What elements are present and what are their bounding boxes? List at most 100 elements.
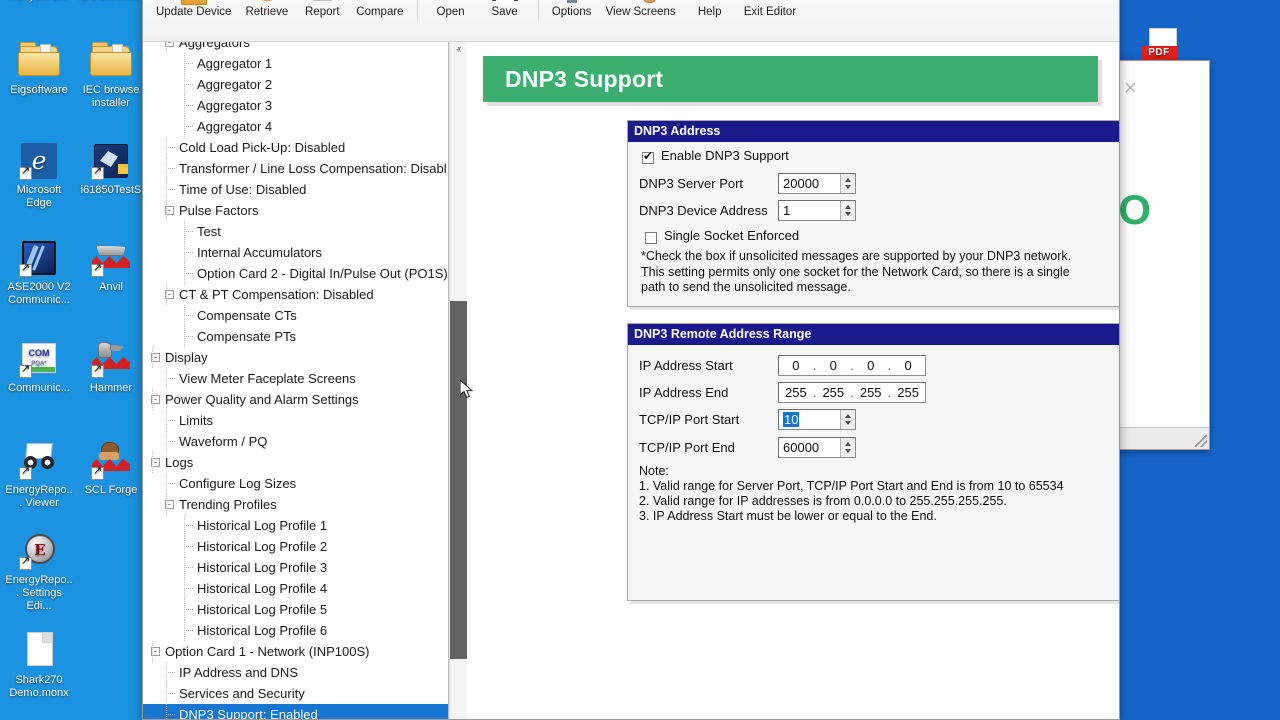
tree-connector-icon [184,273,193,274]
tree-connector-line [152,452,153,473]
tree-item[interactable]: Configure Log Sizes [143,473,448,494]
retrieve-button[interactable]: Retrieve [238,0,295,39]
scroll-up-arrow-icon[interactable]: ⱏ [450,42,467,59]
tree-item[interactable]: View Meter Faceplate Screens [143,368,448,389]
tree-item-label: Historical Log Profile 5 [197,602,328,617]
tree-item-label: Aggregator 3 [197,98,273,113]
dnp3-server-port-input[interactable]: 20000 [778,173,856,194]
tree-item[interactable]: Historical Log Profile 3 [143,557,448,578]
desktop-icon-i61850tests[interactable]: i61850TestS [76,140,146,197]
tree-item[interactable]: Time of Use: Disabled [143,179,448,200]
ip-address-end-input[interactable]: 255 . 255 . 255 . 255 [778,382,926,403]
tree-item[interactable]: Internal Accumulators [143,242,448,263]
view-screens-button[interactable]: View Screens [599,0,683,39]
desktop-icon-energyreport-settings-editor[interactable]: E EnergyRepo... Settings Edi... [4,530,74,613]
options-button[interactable]: Options [545,0,599,39]
tree-item[interactable]: DNP3 Support: Enabled [143,704,448,719]
tree-item[interactable]: IP Address and DNS [143,662,448,683]
desktop-icon-label: EnergyRepo... Settings Edi... [5,574,73,612]
desktop-icon-com-pqa[interactable]: COMPQA* Communic... [4,338,74,395]
tree-connector-line [166,704,167,719]
tree-item[interactable]: Historical Log Profile 1 [143,515,448,536]
tree-item[interactable]: - Trending Profiles [143,494,448,515]
tree-item[interactable]: Aggregator 2 [143,74,448,95]
ip-address-start-input[interactable]: 0 . 0 . 0 . 0 [778,355,926,376]
open-button[interactable]: Open [424,0,478,39]
dnp3-device-address-input[interactable]: 1 [778,200,856,221]
desktop-icon-scl-forge[interactable]: SCL Forge [76,440,146,497]
tree-item[interactable]: Historical Log Profile 6 [143,620,448,641]
ip-octet: 255 [859,385,882,400]
desktop-icon-shark270-demo[interactable]: Shark270 Demo.monx [4,630,74,700]
resize-grip-icon[interactable] [1195,435,1207,447]
compare-button[interactable]: Compare [349,0,410,39]
help-button[interactable]: i Help [683,0,737,39]
desktop-icon-hammer[interactable]: Hammer [76,338,146,395]
tree-connector-line [184,95,185,116]
desktop-icon-ase2000[interactable]: ASE2000 V2 Communic... [4,237,74,307]
save-button[interactable]: Save [478,0,532,39]
tree-item[interactable]: Historical Log Profile 2 [143,536,448,557]
tree-item[interactable]: - Option Card 1 - Network (INP100S) [143,641,448,662]
desktop-icon-iec-browser[interactable]: IEC browser [74,0,144,3]
tree-item[interactable]: - Pulse Factors [143,200,448,221]
tree-item[interactable]: - CT & PT Compensation: Disabled [143,284,448,305]
tree-item[interactable]: Historical Log Profile 4 [143,578,448,599]
tree-item[interactable]: Compensate PTs [143,326,448,347]
navigation-tree[interactable]: - Aggregators Aggregator 1 Aggregator 2 Aggr… [143,42,449,719]
tree-item[interactable]: Transformer / Line Loss Compensation: Di… [143,158,448,179]
tree-item[interactable]: Limits [143,410,448,431]
tree-item[interactable]: Historical Log Profile 5 [143,599,448,620]
tcp-port-end-input[interactable]: 60000 [778,437,856,458]
tree-connector-line [184,263,185,284]
tree-item[interactable]: - Display [143,347,448,368]
tree-item-label: Limits [179,413,213,428]
note-line: 2. Valid range for IP addresses is from … [639,494,1007,508]
tree-item[interactable]: Test [143,221,448,242]
close-icon[interactable]: × [1124,75,1137,101]
report-button[interactable]: Report [295,0,349,39]
single-socket-enforced-checkbox[interactable] [645,232,657,244]
spinner-buttons[interactable] [840,201,855,220]
scrollbar-thumb[interactable] [450,301,467,659]
desktop-icon-recycle-bin[interactable]: Recycle Bin [4,0,74,3]
tree-connector-icon [184,84,193,85]
tree-item[interactable]: Services and Security [143,683,448,704]
tree-item[interactable]: - Power Quality and Alarm Settings [143,389,448,410]
desktop-icon-label: Eigsoftware [10,84,68,96]
enable-dnp3-support-checkbox[interactable] [642,149,654,164]
tree-item[interactable]: Aggregator 1 [143,53,448,74]
desktop-icon-label: Recycle Bin [4,0,74,3]
tree-item-label: Option Card 2 - Digital In/Pulse Out (PO… [197,266,448,281]
retrieve-icon [248,0,285,7]
desktop-icon-iec-browse-installer[interactable]: IEC browse installer [76,40,146,110]
tree-item-label: Services and Security [179,686,305,701]
tree-item[interactable]: Option Card 2 - Digital In/Pulse Out (PO… [143,263,448,284]
tree-item[interactable]: Waveform / PQ [143,431,448,452]
desktop-icon-anvil[interactable]: Anvil [76,237,146,294]
tcp-port-start-input[interactable]: 10 [778,409,856,430]
spinner-buttons[interactable] [840,410,855,429]
update-device-button[interactable]: Update Device [149,0,238,39]
save-disk-icon [488,0,522,5]
tree-connector-icon [166,147,175,148]
spinner-buttons[interactable] [840,438,855,457]
desktop-icon-eigsoftware[interactable]: Eigsoftware [4,40,74,97]
tree-item[interactable]: Aggregator 4 [143,116,448,137]
tree-vertical-scrollbar[interactable]: ⱏ [449,42,467,719]
spinner-buttons[interactable] [840,174,855,193]
tree-item[interactable]: Cold Load Pick-Up: Disabled [143,137,448,158]
edge-icon: e [16,140,62,182]
desktop-icon-energyreport-viewer[interactable]: EnergyRepo... Viewer [4,440,74,510]
exit-editor-button[interactable]: Exit Editor [737,0,803,39]
tree-connector-line [184,557,185,578]
desktop-icon-microsoft-edge[interactable]: e Microsoft Edge [4,140,74,210]
tree-connector-icon [166,441,175,442]
tree-item[interactable]: Compensate CTs [143,305,448,326]
tree-item[interactable]: - Aggregators [143,42,448,53]
tree-item[interactable]: - Logs [143,452,448,473]
tree-connector-line [184,578,185,599]
tree-connector-line [166,431,167,452]
tree-item[interactable]: Aggregator 3 [143,95,448,116]
help-line: path to send the unsolicited message. [641,280,851,294]
